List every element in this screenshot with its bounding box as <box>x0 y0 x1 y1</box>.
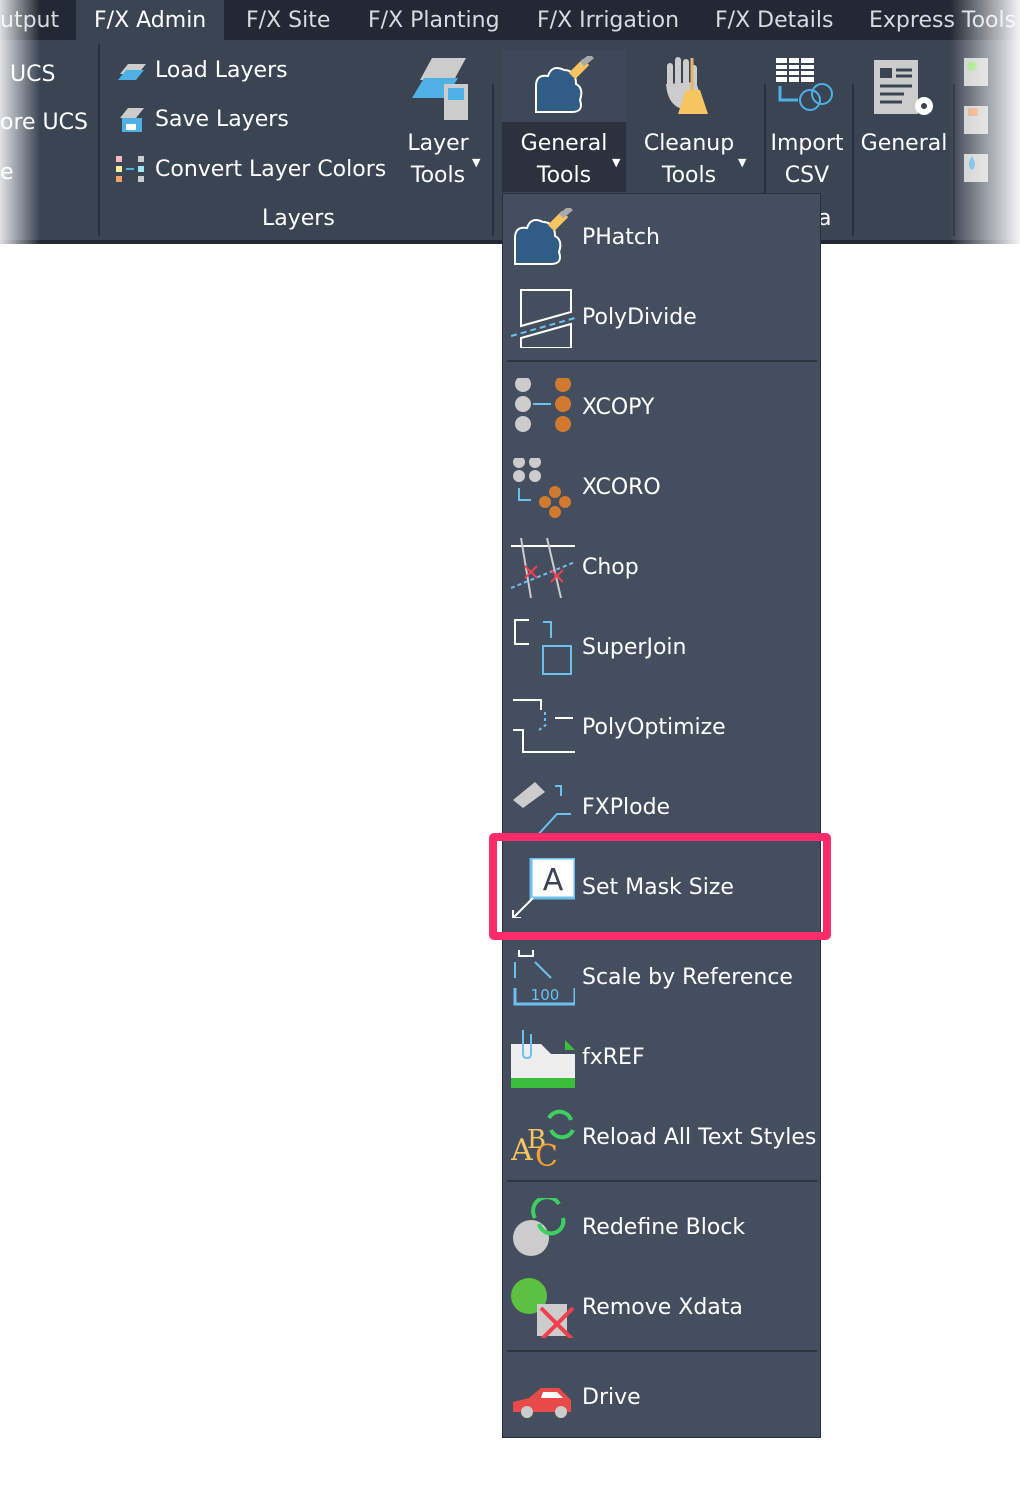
menu-item-xcopy[interactable]: XCOPY <box>503 368 820 448</box>
menu-separator <box>507 1180 817 1182</box>
text-styles-icon: ABC <box>511 1109 575 1168</box>
menu-item-label: PolyOptimize <box>582 715 726 740</box>
superjoin-icon <box>514 619 572 675</box>
menu-item-label: SuperJoin <box>582 635 687 660</box>
menu-item-label: PHatch <box>582 225 660 250</box>
redefine-block-icon <box>513 1198 566 1256</box>
label: Cleanup <box>643 131 735 156</box>
phatch-icon <box>535 56 594 113</box>
menu-item-label: Chop <box>582 555 639 580</box>
label: Import <box>770 131 844 156</box>
layers-panel-title: Layers <box>262 206 335 231</box>
general-tools-dropdown: PHatch PolyDivide XCOPY XCORO Chop SuperJoin P… <box>502 193 821 1438</box>
tab-fx-site[interactable]: F/X Site <box>246 0 330 40</box>
menu-item-redefine-block[interactable]: Redefine Block <box>503 1188 820 1268</box>
caret-down-icon: ▼ <box>472 156 481 169</box>
polydivide-icon <box>511 289 575 348</box>
fxplode-icon <box>513 782 571 838</box>
label: Tools <box>536 163 592 188</box>
label: Tools <box>410 163 466 188</box>
label: Tools <box>661 163 717 188</box>
menu-item-xcoro[interactable]: XCORO <box>503 448 820 528</box>
svg-text:C: C <box>535 1139 558 1168</box>
menu-separator <box>507 360 817 362</box>
menu-item-label: XCORO <box>582 475 661 500</box>
convert-colors-icon <box>116 156 144 182</box>
import-csv-icon <box>776 58 833 111</box>
phatch-icon <box>514 208 573 265</box>
label: Convert Layer Colors <box>155 157 387 182</box>
menu-item-remove-xdata[interactable]: Remove Xdata <box>503 1268 820 1348</box>
menu-item-phatch[interactable]: PHatch <box>503 198 820 278</box>
fxref-icon <box>511 1030 575 1088</box>
label: Layer <box>407 131 469 156</box>
polyoptimize-icon <box>513 699 575 753</box>
menu-separator <box>507 1350 817 1352</box>
menu-item-label: fxREF <box>582 1045 645 1070</box>
save-layers-icon <box>120 108 144 132</box>
highlight-box <box>489 833 831 940</box>
car-icon <box>513 1388 571 1418</box>
menu-item-label: PolyDivide <box>582 305 697 330</box>
label: General <box>860 131 948 156</box>
tab-fx-admin[interactable]: F/X Admin <box>76 0 225 40</box>
tab-fx-irrigation[interactable]: F/X Irrigation <box>537 0 679 40</box>
svg-text:100: 100 <box>531 986 560 1004</box>
label: General <box>520 131 608 156</box>
menu-item-polydivide[interactable]: PolyDivide <box>503 278 820 358</box>
label: Load Layers <box>155 58 288 83</box>
convert-layer-colors-button[interactable]: Convert Layer Colors <box>114 154 386 186</box>
menu-item-superjoin[interactable]: SuperJoin <box>503 608 820 688</box>
tab-fx-planting[interactable]: F/X Planting <box>368 0 500 40</box>
menu-item-polyoptimize[interactable]: PolyOptimize <box>503 688 820 768</box>
xcoro-icon <box>513 458 571 518</box>
menu-item-label: Scale by Reference <box>582 965 793 990</box>
menu-item-chop[interactable]: Chop <box>503 528 820 608</box>
cleanup-tools-icon <box>666 57 708 114</box>
save-layers-button[interactable]: Save Layers <box>114 106 289 134</box>
ribbon-tabs: utput F/X Admin F/X Site F/X Planting F/… <box>0 0 1020 40</box>
general-settings-icon <box>874 60 933 115</box>
menu-item-fxref[interactable]: fxREF <box>503 1018 820 1098</box>
label: CSV <box>784 163 830 188</box>
caret-down-icon: ▼ <box>738 156 747 169</box>
scale-icon: 100 <box>513 950 575 1006</box>
load-layers-icon <box>118 64 146 80</box>
menu-item-reload-all-text-styles[interactable]: A B C Reload All Text Styles <box>503 1098 820 1178</box>
caret-down-icon: ▼ <box>612 156 621 169</box>
menu-item-label: Reload All Text Styles <box>582 1125 817 1150</box>
layer-tools-icon <box>412 58 468 120</box>
label: Save Layers <box>155 107 289 132</box>
tab-fx-details[interactable]: F/X Details <box>715 0 833 40</box>
menu-item-drive[interactable]: Drive <box>503 1358 820 1438</box>
load-layers-button[interactable]: Load Layers <box>114 58 288 84</box>
menu-item-label: Drive <box>582 1385 641 1410</box>
menu-item-label: XCOPY <box>582 395 655 420</box>
xcopy-icon <box>515 378 571 432</box>
chop-icon <box>511 538 575 598</box>
remove-xdata-icon <box>511 1278 575 1338</box>
menu-item-label: Redefine Block <box>582 1215 746 1240</box>
menu-item-label: Remove Xdata <box>582 1295 743 1320</box>
general-tools-button[interactable]: General Tools ▼ <box>502 50 626 192</box>
menu-item-scale-by-reference[interactable]: 100 Scale by Reference <box>503 938 820 1018</box>
